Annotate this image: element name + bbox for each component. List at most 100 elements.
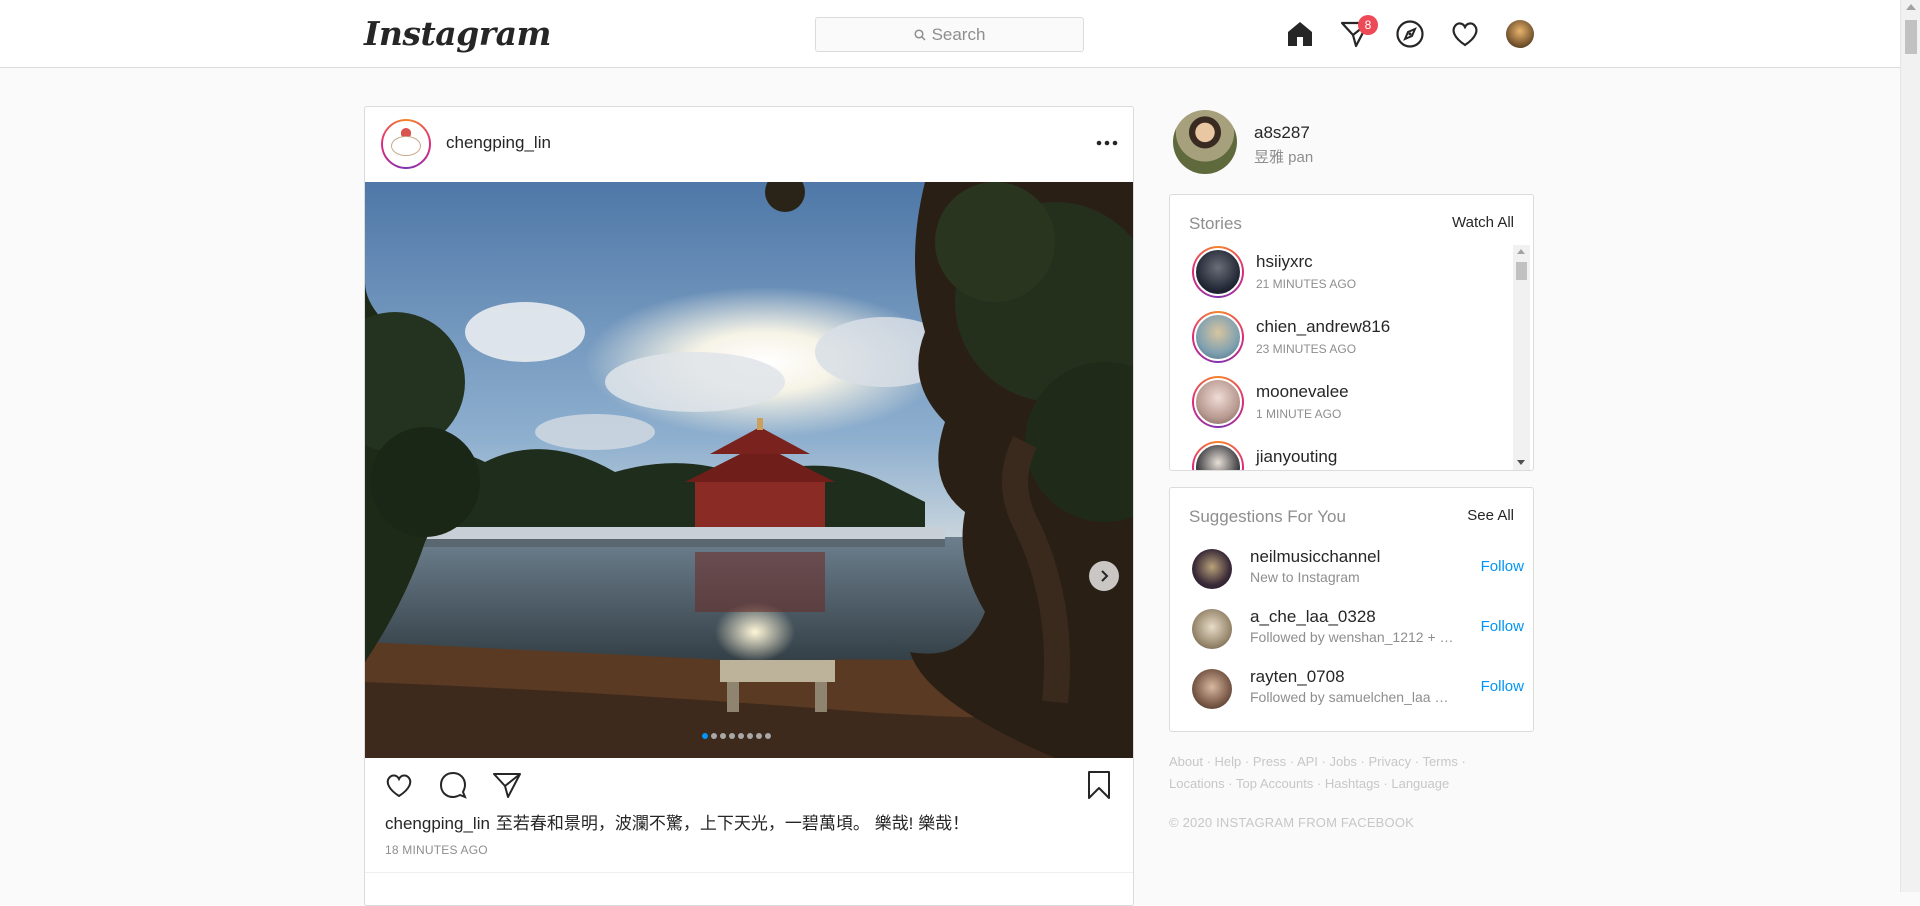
carousel-dot bbox=[711, 733, 717, 739]
scroll-thumb[interactable] bbox=[1516, 262, 1527, 280]
story-avatar bbox=[1192, 311, 1244, 363]
suggestion-subtitle: New to Instagram bbox=[1250, 569, 1360, 585]
explore-icon[interactable] bbox=[1394, 18, 1426, 50]
footer-separator: · bbox=[1457, 754, 1466, 769]
stories-title: Stories bbox=[1189, 214, 1242, 233]
suggestion-item: rayten_0708 Followed by samuelchen_laa +… bbox=[1192, 667, 1524, 711]
suggestion-subtitle: Followed by samuelchen_laa + 1 more bbox=[1250, 689, 1456, 705]
carousel-dot bbox=[702, 733, 708, 739]
current-user-fullname: 昱雅 pan bbox=[1254, 149, 1314, 166]
story-username: moonevalee bbox=[1256, 382, 1349, 401]
footer-separator: · bbox=[1224, 776, 1236, 791]
story-item[interactable]: jianyouting bbox=[1192, 441, 1502, 470]
story-avatar bbox=[1192, 441, 1244, 470]
more-icon[interactable] bbox=[1092, 133, 1122, 153]
suggestion-item: a_che_laa_0328 Followed by wenshan_1212 … bbox=[1192, 607, 1524, 651]
scroll-up-arrow[interactable] bbox=[1517, 249, 1525, 254]
carousel-dot bbox=[756, 733, 762, 739]
messages-badge: 8 bbox=[1358, 15, 1378, 35]
footer-link-jobs[interactable]: Jobs bbox=[1329, 754, 1356, 769]
story-time: 1 MINUTE AGO bbox=[1256, 407, 1342, 421]
suggestions-title: Suggestions For You bbox=[1189, 507, 1346, 526]
footer-link-top-accounts[interactable]: Top Accounts bbox=[1236, 776, 1313, 791]
footer-link-locations[interactable]: Locations bbox=[1169, 776, 1225, 791]
footer-link-api[interactable]: API bbox=[1297, 754, 1318, 769]
chevron-right-icon bbox=[1101, 570, 1109, 582]
post-caption: chengping_lin 至若春和景明，波瀾不驚，上下天光，一碧萬頃。 樂哉! … bbox=[385, 809, 969, 834]
post-timestamp[interactable]: 18 MINUTES AGO bbox=[385, 843, 488, 857]
story-item[interactable]: moonevalee 1 MINUTE AGO bbox=[1192, 376, 1502, 432]
caption-username[interactable]: chengping_lin bbox=[385, 814, 490, 833]
stories-panel: Stories Watch All hsiiyxrc 21 MINUTES AG… bbox=[1169, 194, 1534, 471]
current-user-username[interactable]: a8s287 bbox=[1254, 123, 1310, 143]
divider bbox=[365, 872, 1133, 873]
footer-separator: · bbox=[1356, 754, 1369, 769]
story-item[interactable]: hsiiyxrc 21 MINUTES AGO bbox=[1192, 246, 1502, 302]
activity-heart-icon[interactable] bbox=[1449, 18, 1481, 50]
carousel-next-button[interactable] bbox=[1089, 561, 1119, 591]
bookmark-icon[interactable] bbox=[1084, 770, 1114, 800]
footer-links-row: Locations · Top Accounts · Hashtags · La… bbox=[1169, 773, 1469, 795]
story-username: hsiiyxrc bbox=[1256, 252, 1313, 271]
carousel-dot bbox=[738, 733, 744, 739]
post-photo-scene bbox=[365, 182, 1133, 758]
footer-separator: · bbox=[1202, 754, 1215, 769]
suggestions-panel: Suggestions For You See All neilmusiccha… bbox=[1169, 487, 1534, 732]
suggestion-username[interactable]: neilmusicchannel bbox=[1250, 547, 1380, 567]
story-time: 23 MINUTES AGO bbox=[1256, 342, 1357, 356]
watch-all-link[interactable]: Watch All bbox=[1452, 214, 1514, 231]
footer-separator: · bbox=[1241, 754, 1253, 769]
post-photo[interactable] bbox=[365, 182, 1133, 758]
footer-separator: · bbox=[1286, 754, 1297, 769]
carousel-dot bbox=[765, 733, 771, 739]
suggestion-username[interactable]: rayten_0708 bbox=[1250, 667, 1345, 687]
current-user-avatar[interactable] bbox=[1173, 110, 1237, 174]
footer-links-row: About · Help · Press · API · Jobs · Priv… bbox=[1169, 751, 1469, 773]
post-author-avatar[interactable] bbox=[381, 119, 431, 169]
comment-icon[interactable] bbox=[438, 770, 468, 800]
window-scrollbar[interactable] bbox=[1900, 0, 1920, 892]
post-author-username[interactable]: chengping_lin bbox=[446, 133, 551, 153]
search-input[interactable]: Search bbox=[815, 17, 1084, 52]
carousel-indicator bbox=[702, 733, 771, 739]
follow-button[interactable]: Follow bbox=[1481, 618, 1524, 635]
suggestion-avatar[interactable] bbox=[1192, 549, 1232, 589]
suggestion-subtitle: Followed by wenshan_1212 + 1 more bbox=[1250, 629, 1456, 645]
share-icon[interactable] bbox=[492, 770, 522, 800]
story-time: 21 MINUTES AGO bbox=[1256, 277, 1357, 291]
suggestion-item: neilmusicchannel New to Instagram Follow bbox=[1192, 547, 1524, 591]
scroll-thumb[interactable] bbox=[1905, 20, 1917, 54]
stories-scrollbar[interactable] bbox=[1513, 245, 1530, 470]
footer-links: About · Help · Press · API · Jobs · Priv… bbox=[1169, 751, 1469, 795]
footer-separator: · bbox=[1379, 776, 1392, 791]
search-placeholder: Search bbox=[931, 24, 986, 44]
scroll-down-arrow[interactable] bbox=[1517, 460, 1525, 465]
footer-link-about[interactable]: About bbox=[1169, 754, 1203, 769]
footer-link-press[interactable]: Press bbox=[1253, 754, 1286, 769]
instagram-logo[interactable]: Instagram bbox=[364, 14, 551, 53]
search-icon bbox=[914, 28, 926, 41]
suggestion-avatar[interactable] bbox=[1192, 669, 1232, 709]
feed-post: chengping_lin chengping_lin 至若春和景明，波瀾不驚，… bbox=[364, 106, 1134, 906]
carousel-dot bbox=[720, 733, 726, 739]
footer-link-privacy[interactable]: Privacy bbox=[1369, 754, 1412, 769]
story-avatar bbox=[1192, 376, 1244, 428]
suggestion-username[interactable]: a_che_laa_0328 bbox=[1250, 607, 1376, 627]
footer-link-help[interactable]: Help bbox=[1215, 754, 1242, 769]
story-item[interactable]: chien_andrew816 23 MINUTES AGO bbox=[1192, 311, 1502, 367]
scroll-up-arrow[interactable] bbox=[1906, 4, 1916, 10]
caption-text: 至若春和景明，波瀾不驚，上下天光，一碧萬頃。 樂哉! 樂哉！ bbox=[495, 814, 970, 833]
like-icon[interactable] bbox=[384, 770, 414, 800]
footer-link-hashtags[interactable]: Hashtags bbox=[1325, 776, 1380, 791]
footer-separator: · bbox=[1313, 776, 1325, 791]
suggestion-avatar[interactable] bbox=[1192, 609, 1232, 649]
footer-link-language[interactable]: Language bbox=[1391, 776, 1449, 791]
footer-link-terms[interactable]: Terms bbox=[1422, 754, 1457, 769]
profile-avatar[interactable] bbox=[1506, 20, 1534, 48]
story-avatar bbox=[1192, 246, 1244, 298]
story-username: chien_andrew816 bbox=[1256, 317, 1391, 336]
see-all-link[interactable]: See All bbox=[1467, 507, 1514, 524]
follow-button[interactable]: Follow bbox=[1481, 558, 1524, 575]
follow-button[interactable]: Follow bbox=[1481, 678, 1524, 695]
home-icon[interactable] bbox=[1284, 18, 1316, 50]
